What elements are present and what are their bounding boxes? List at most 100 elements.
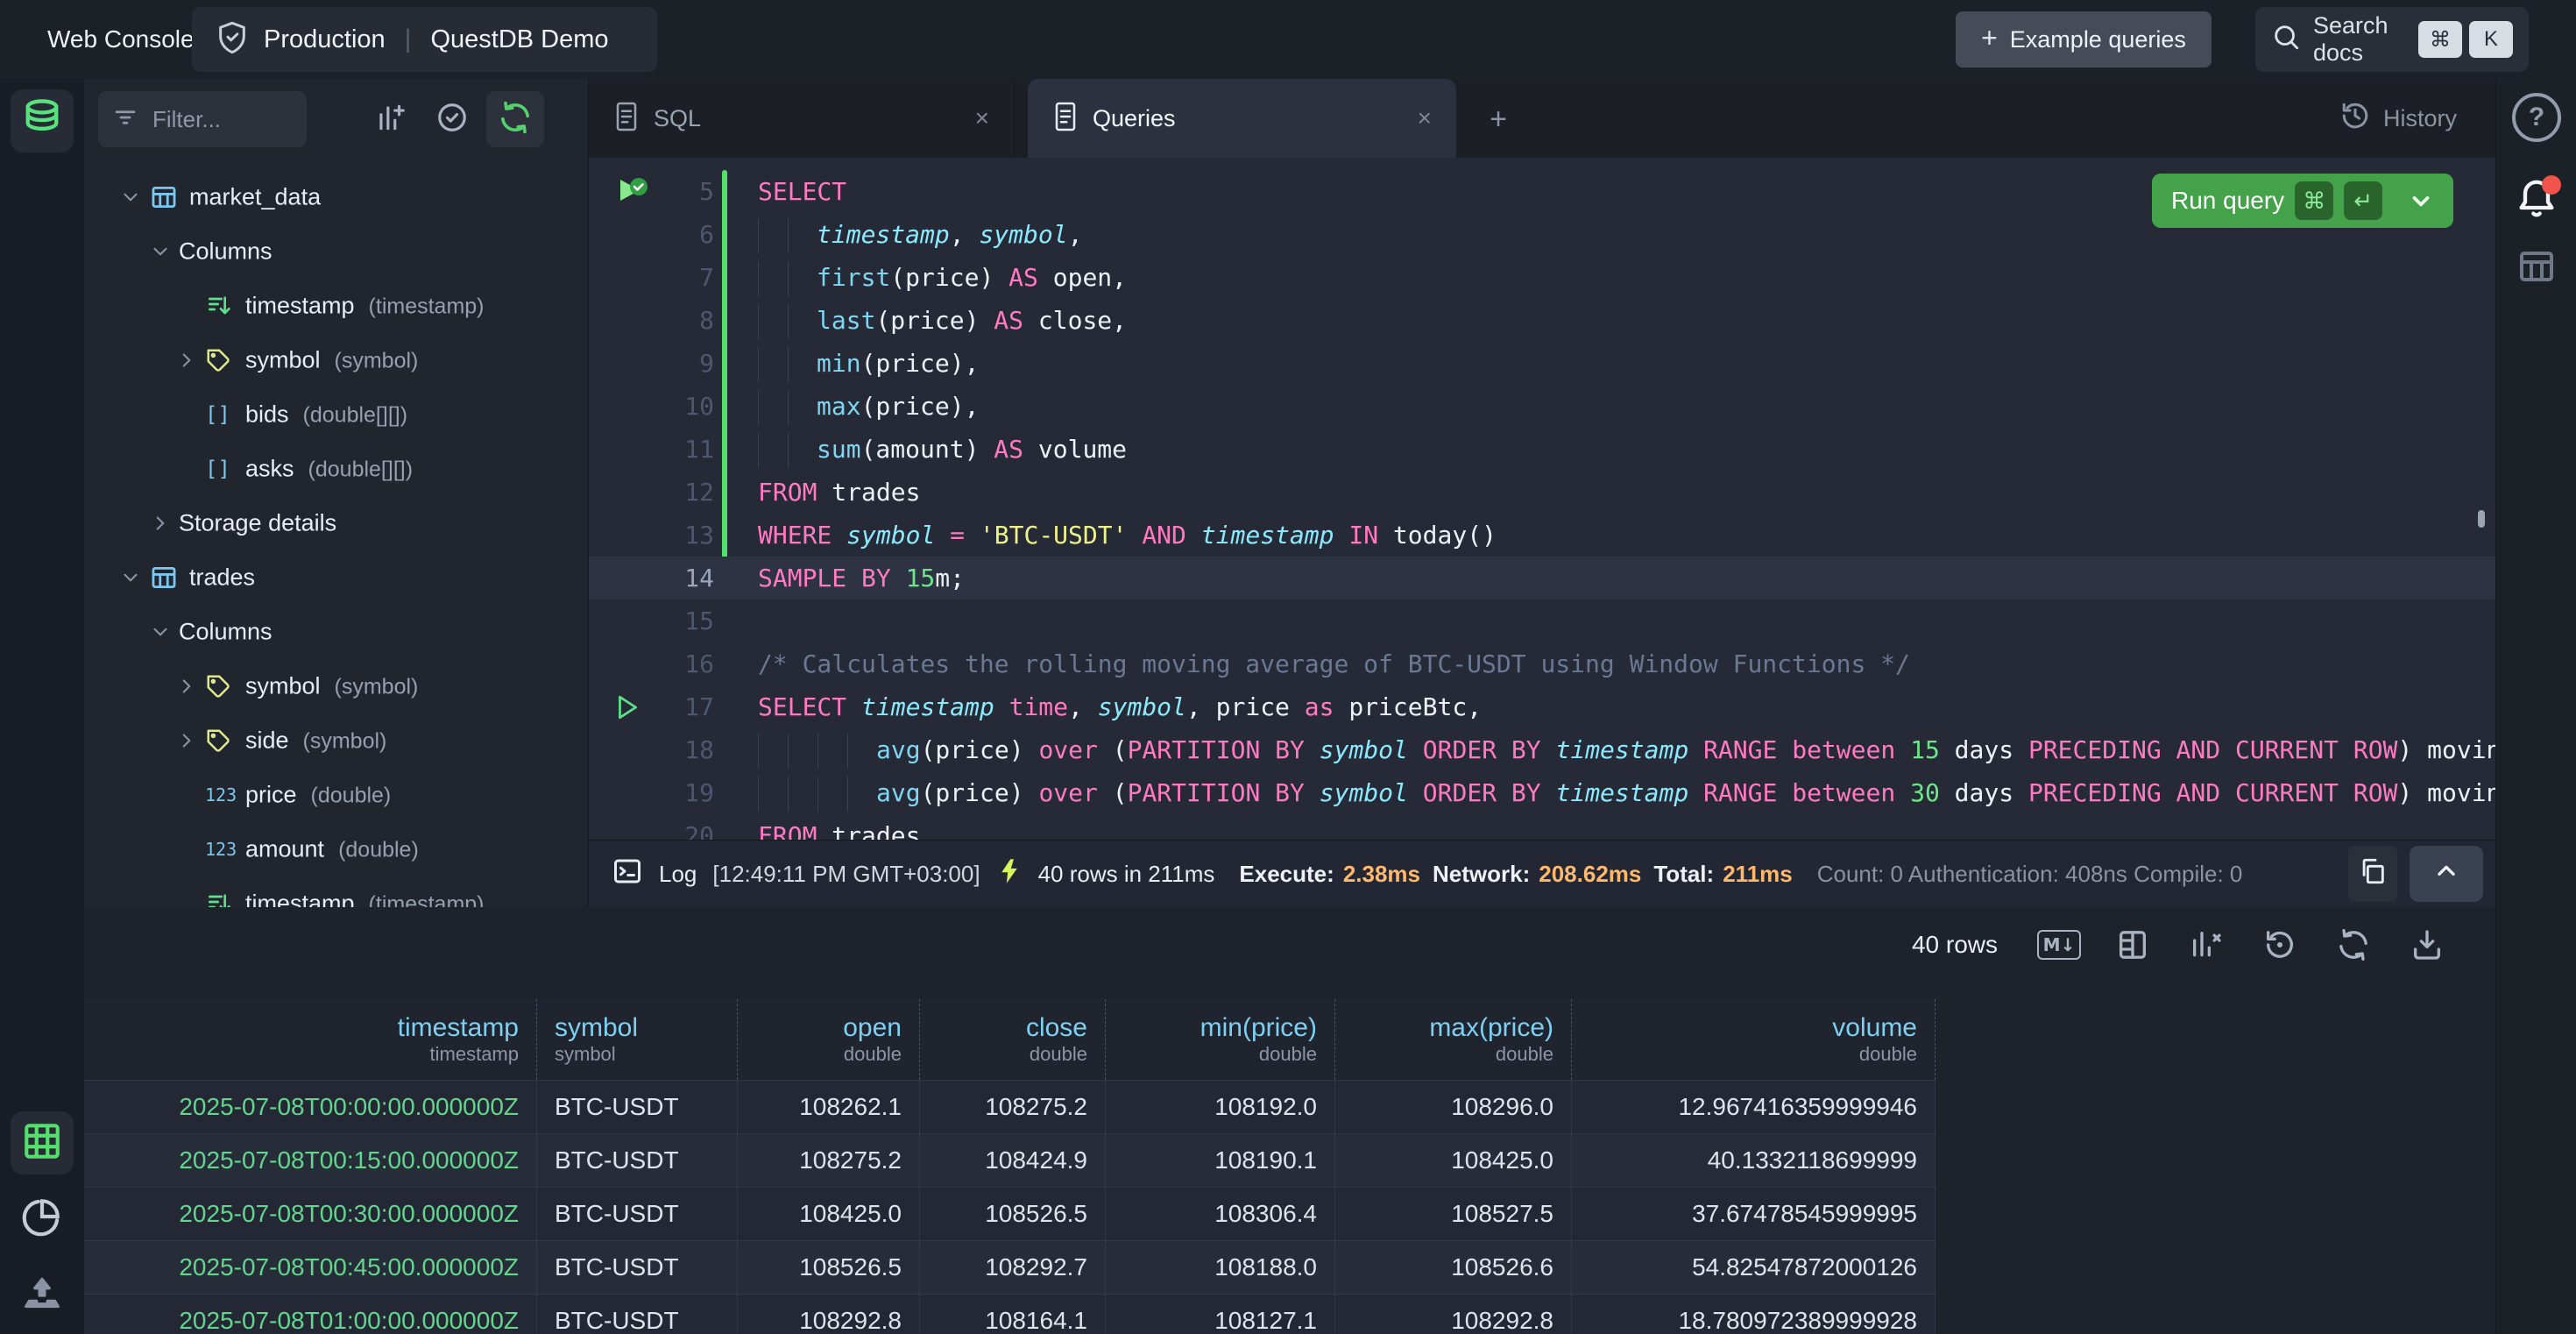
columns-icon[interactable] (2113, 926, 2152, 964)
column-header-close[interactable]: close double (920, 999, 1106, 1080)
cell-symbol[interactable]: BTC-USDT (537, 1295, 738, 1334)
chevron-down-icon[interactable] (119, 186, 142, 209)
code-line-12[interactable]: 12FROM trades (589, 471, 2495, 514)
cell-close[interactable]: 108164.1 (920, 1295, 1106, 1334)
column-header-volume[interactable]: volume double (1572, 999, 1936, 1080)
table-row[interactable]: 2025-07-08T00:30:00.000000ZBTC-USDT10842… (84, 1187, 1936, 1240)
cell-open[interactable]: 108292.8 (738, 1295, 920, 1334)
chevron-down-icon[interactable] (119, 566, 142, 589)
tree-item-timestamp[interactable]: timestamp(timestamp) (84, 279, 589, 333)
chevron-down-icon[interactable] (149, 621, 172, 643)
search-docs-button[interactable]: Search docs ⌘ K (2255, 7, 2529, 72)
notifications-button[interactable] (2496, 170, 2576, 226)
chevron-right-icon[interactable] (175, 349, 198, 372)
chevron-right-icon[interactable] (175, 729, 198, 752)
restore-icon[interactable] (2261, 926, 2299, 964)
add-metrics-button[interactable] (363, 91, 419, 147)
code-line-8[interactable]: 8last(price) AS close, (589, 299, 2495, 342)
upload-rail-button[interactable] (11, 1264, 74, 1327)
cell-symbol[interactable]: BTC-USDT (537, 1134, 738, 1187)
column-header-min-price-[interactable]: min(price) double (1106, 999, 1335, 1080)
cell-min-price-[interactable]: 108127.1 (1106, 1295, 1335, 1334)
cell-volume[interactable]: 54.82547872000126 (1572, 1241, 1936, 1294)
schema-filter[interactable] (98, 91, 307, 147)
tab-sql[interactable]: SQL × (589, 79, 1015, 158)
chevron-right-icon[interactable] (175, 675, 198, 698)
cell-timestamp[interactable]: 2025-07-08T00:00:00.000000Z (84, 1081, 537, 1133)
cell-min-price-[interactable]: 108192.0 (1106, 1081, 1335, 1133)
cell-timestamp[interactable]: 2025-07-08T00:15:00.000000Z (84, 1134, 537, 1187)
cell-min-price-[interactable]: 108306.4 (1106, 1188, 1335, 1240)
example-queries-button[interactable]: + Example queries (1956, 11, 2212, 67)
tree-item-timestamp[interactable]: timestamp(timestamp) (84, 876, 589, 907)
close-tab-icon[interactable]: × (949, 104, 989, 132)
code-line-18[interactable]: 18avg(price) over (PARTITION BY symbol O… (589, 728, 2495, 771)
close-tab-icon[interactable]: × (1391, 104, 1432, 132)
schema-rail-button[interactable] (11, 89, 74, 153)
results-grid[interactable]: timestamp timestampsymbol symbolopen dou… (84, 999, 1936, 1334)
cell-open[interactable]: 108262.1 (738, 1081, 920, 1133)
chevron-right-icon[interactable] (149, 512, 172, 535)
markdown-icon[interactable]: M↓ (2040, 926, 2078, 964)
history-button[interactable]: History (2339, 79, 2457, 158)
cell-volume[interactable]: 37.67478545999995 (1572, 1188, 1936, 1240)
help-button[interactable]: ? (2496, 93, 2576, 142)
layout-panel-button[interactable] (2496, 242, 2576, 294)
tree-item-bids[interactable]: []bids(double[][]) (84, 387, 589, 442)
cell-max-price-[interactable]: 108425.0 (1335, 1134, 1572, 1187)
instance-chip[interactable]: Production | QuestDB Demo (192, 7, 657, 72)
cell-volume[interactable]: 12.967416359999946 (1572, 1081, 1936, 1133)
tree-item-symbol[interactable]: symbol(symbol) (84, 659, 589, 713)
chevron-down-icon[interactable] (149, 240, 172, 263)
cell-min-price-[interactable]: 108188.0 (1106, 1241, 1335, 1294)
grid-rail-button[interactable] (11, 1111, 74, 1174)
code-line-17[interactable]: 17SELECT timestamp time, symbol, price a… (589, 685, 2495, 728)
tree-item-side[interactable]: side(symbol) (84, 713, 589, 768)
cell-open[interactable]: 108275.2 (738, 1134, 920, 1187)
tree-item-columns[interactable]: Columns (84, 224, 589, 279)
table-row[interactable]: 2025-07-08T00:45:00.000000ZBTC-USDT10852… (84, 1240, 1936, 1294)
code-editor[interactable]: 5SELECT6timestamp, symbol,7first(price) … (589, 158, 2495, 840)
cell-symbol[interactable]: BTC-USDT (537, 1081, 738, 1133)
collapse-log-button[interactable] (2410, 846, 2483, 902)
code-line-16[interactable]: 16/* Calculates the rolling moving avera… (589, 642, 2495, 685)
cell-close[interactable]: 108275.2 (920, 1081, 1106, 1133)
cell-volume[interactable]: 18.780972389999928 (1572, 1295, 1936, 1334)
code-line-19[interactable]: 19avg(price) over (PARTITION BY symbol O… (589, 771, 2495, 814)
tree-item-symbol[interactable]: symbol(symbol) (84, 333, 589, 387)
column-header-symbol[interactable]: symbol symbol (537, 999, 738, 1080)
tree-item-trades[interactable]: trades (84, 550, 589, 605)
cell-timestamp[interactable]: 2025-07-08T00:45:00.000000Z (84, 1241, 537, 1294)
column-header-timestamp[interactable]: timestamp timestamp (84, 999, 537, 1080)
copy-log-button[interactable] (2348, 846, 2397, 902)
code-line-15[interactable]: 15 (589, 600, 2495, 642)
table-row[interactable]: 2025-07-08T00:15:00.000000ZBTC-USDT10827… (84, 1133, 1936, 1187)
code-line-9[interactable]: 9min(price), (589, 342, 2495, 385)
refresh-icon[interactable] (2334, 926, 2373, 964)
cell-open[interactable]: 108526.5 (738, 1241, 920, 1294)
cell-symbol[interactable]: BTC-USDT (537, 1241, 738, 1294)
tab-queries[interactable]: Queries × (1028, 79, 1456, 158)
code-line-14[interactable]: 14SAMPLE BY 15m; (589, 557, 2495, 600)
chart-icon[interactable] (2187, 926, 2226, 964)
tree-item-storage-details[interactable]: Storage details (84, 496, 589, 550)
log-label[interactable]: Log (659, 861, 697, 888)
column-header-max-price-[interactable]: max(price) double (1335, 999, 1572, 1080)
cell-close[interactable]: 108526.5 (920, 1188, 1106, 1240)
cell-max-price-[interactable]: 108527.5 (1335, 1188, 1572, 1240)
editor-scrollbar[interactable] (2478, 510, 2485, 528)
check-circle-button[interactable] (424, 91, 480, 147)
cell-timestamp[interactable]: 2025-07-08T01:00:00.000000Z (84, 1295, 537, 1334)
cell-volume[interactable]: 40.1332118699999 (1572, 1134, 1936, 1187)
cell-close[interactable]: 108424.9 (920, 1134, 1106, 1187)
new-tab-button[interactable]: + (1477, 98, 1519, 140)
cell-max-price-[interactable]: 108296.0 (1335, 1081, 1572, 1133)
code-line-7[interactable]: 7first(price) AS open, (589, 256, 2495, 299)
import-rail-button[interactable] (11, 1187, 74, 1250)
tree-item-columns[interactable]: Columns (84, 605, 589, 659)
download-icon[interactable] (2408, 926, 2446, 964)
tree-item-asks[interactable]: []asks(double[][]) (84, 442, 589, 496)
query-success-marker[interactable] (615, 175, 652, 209)
cell-max-price-[interactable]: 108526.6 (1335, 1241, 1572, 1294)
code-line-10[interactable]: 10max(price), (589, 385, 2495, 428)
